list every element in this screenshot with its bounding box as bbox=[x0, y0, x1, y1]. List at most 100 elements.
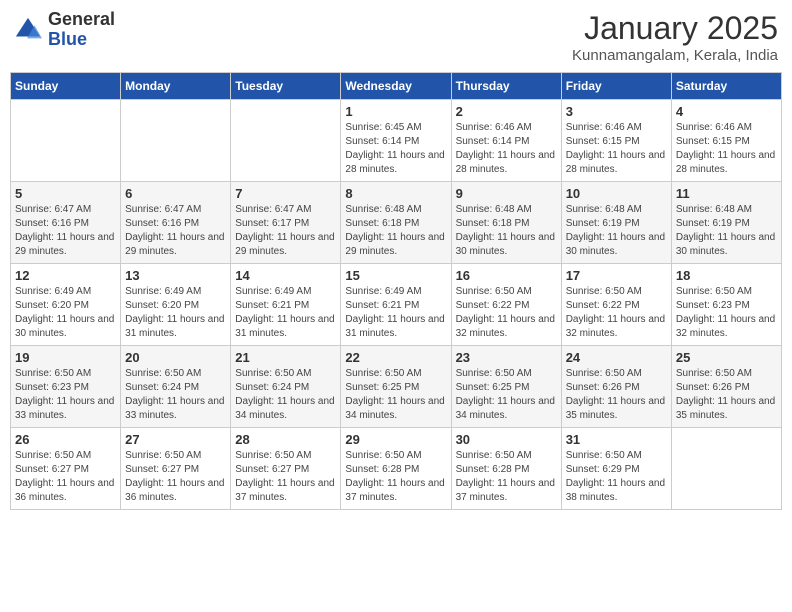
day-number: 31 bbox=[566, 432, 667, 447]
daylight-text: Daylight: 11 hours and 31 minutes. bbox=[125, 314, 224, 339]
sunset-text: Sunset: 6:21 PM bbox=[345, 300, 419, 311]
weekday-header: Sunday bbox=[11, 73, 121, 100]
day-number: 21 bbox=[235, 350, 336, 365]
sunrise-text: Sunrise: 6:47 AM bbox=[235, 204, 311, 215]
calendar-cell: 13Sunrise: 6:49 AMSunset: 6:20 PMDayligh… bbox=[121, 264, 231, 346]
day-info: Sunrise: 6:50 AMSunset: 6:28 PMDaylight:… bbox=[456, 449, 557, 505]
daylight-text: Daylight: 11 hours and 35 minutes. bbox=[676, 396, 775, 421]
day-number: 18 bbox=[676, 268, 777, 283]
calendar-week-row: 19Sunrise: 6:50 AMSunset: 6:23 PMDayligh… bbox=[11, 346, 782, 428]
daylight-text: Daylight: 11 hours and 28 minutes. bbox=[566, 150, 665, 175]
day-info: Sunrise: 6:46 AMSunset: 6:15 PMDaylight:… bbox=[566, 121, 667, 177]
calendar-cell bbox=[121, 100, 231, 182]
day-info: Sunrise: 6:50 AMSunset: 6:27 PMDaylight:… bbox=[15, 449, 116, 505]
month-title: January 2025 bbox=[572, 10, 778, 47]
day-number: 25 bbox=[676, 350, 777, 365]
page-header: General Blue January 2025 Kunnamangalam,… bbox=[10, 10, 782, 64]
calendar-cell: 2Sunrise: 6:46 AMSunset: 6:14 PMDaylight… bbox=[451, 100, 561, 182]
calendar-cell: 15Sunrise: 6:49 AMSunset: 6:21 PMDayligh… bbox=[341, 264, 451, 346]
sunrise-text: Sunrise: 6:46 AM bbox=[566, 122, 642, 133]
day-info: Sunrise: 6:48 AMSunset: 6:19 PMDaylight:… bbox=[566, 203, 667, 259]
weekday-header: Thursday bbox=[451, 73, 561, 100]
sunset-text: Sunset: 6:16 PM bbox=[15, 218, 89, 229]
day-info: Sunrise: 6:48 AMSunset: 6:18 PMDaylight:… bbox=[345, 203, 446, 259]
sunrise-text: Sunrise: 6:49 AM bbox=[235, 286, 311, 297]
calendar-cell: 12Sunrise: 6:49 AMSunset: 6:20 PMDayligh… bbox=[11, 264, 121, 346]
day-number: 5 bbox=[15, 186, 116, 201]
daylight-text: Daylight: 11 hours and 30 minutes. bbox=[456, 232, 555, 257]
calendar-cell: 4Sunrise: 6:46 AMSunset: 6:15 PMDaylight… bbox=[671, 100, 781, 182]
day-info: Sunrise: 6:50 AMSunset: 6:25 PMDaylight:… bbox=[345, 367, 446, 423]
daylight-text: Daylight: 11 hours and 29 minutes. bbox=[345, 232, 444, 257]
day-info: Sunrise: 6:46 AMSunset: 6:14 PMDaylight:… bbox=[456, 121, 557, 177]
sunrise-text: Sunrise: 6:50 AM bbox=[566, 450, 642, 461]
sunset-text: Sunset: 6:18 PM bbox=[345, 218, 419, 229]
daylight-text: Daylight: 11 hours and 37 minutes. bbox=[235, 478, 334, 503]
sunset-text: Sunset: 6:27 PM bbox=[235, 464, 309, 475]
sunset-text: Sunset: 6:23 PM bbox=[676, 300, 750, 311]
daylight-text: Daylight: 11 hours and 31 minutes. bbox=[235, 314, 334, 339]
sunset-text: Sunset: 6:27 PM bbox=[125, 464, 199, 475]
day-number: 15 bbox=[345, 268, 446, 283]
day-number: 27 bbox=[125, 432, 226, 447]
sunset-text: Sunset: 6:23 PM bbox=[15, 382, 89, 393]
title-section: January 2025 Kunnamangalam, Kerala, Indi… bbox=[572, 10, 778, 64]
day-info: Sunrise: 6:49 AMSunset: 6:20 PMDaylight:… bbox=[125, 285, 226, 341]
calendar-cell bbox=[11, 100, 121, 182]
day-info: Sunrise: 6:50 AMSunset: 6:23 PMDaylight:… bbox=[15, 367, 116, 423]
day-info: Sunrise: 6:49 AMSunset: 6:21 PMDaylight:… bbox=[235, 285, 336, 341]
daylight-text: Daylight: 11 hours and 33 minutes. bbox=[15, 396, 114, 421]
calendar-cell: 9Sunrise: 6:48 AMSunset: 6:18 PMDaylight… bbox=[451, 182, 561, 264]
calendar-cell: 25Sunrise: 6:50 AMSunset: 6:26 PMDayligh… bbox=[671, 346, 781, 428]
weekday-header: Monday bbox=[121, 73, 231, 100]
sunset-text: Sunset: 6:19 PM bbox=[676, 218, 750, 229]
calendar-week-row: 12 Sunrise: 6:49 AMSunset: 6:20 PMDayligh… bbox=[11, 264, 782, 346]
calendar-cell: 17Sunrise: 6:50 AMSunset: 6:22 PMDayligh… bbox=[561, 264, 671, 346]
day-info: Sunrise: 6:47 AMSunset: 6:16 PMDaylight:… bbox=[15, 203, 116, 259]
day-info: Sunrise: 6:50 AMSunset: 6:28 PMDaylight:… bbox=[345, 449, 446, 505]
daylight-text: Daylight: 11 hours and 30 minutes. bbox=[566, 232, 665, 257]
weekday-header: Saturday bbox=[671, 73, 781, 100]
calendar-cell: 26Sunrise: 6:50 AMSunset: 6:27 PMDayligh… bbox=[11, 428, 121, 510]
sunrise-text: Sunrise: 6:48 AM bbox=[676, 204, 752, 215]
day-number: 29 bbox=[345, 432, 446, 447]
sunset-text: Sunset: 6:28 PM bbox=[345, 464, 419, 475]
day-number: 12 bbox=[15, 268, 116, 283]
calendar-cell: 8Sunrise: 6:48 AMSunset: 6:18 PMDaylight… bbox=[341, 182, 451, 264]
sunset-text: Sunset: 6:28 PM bbox=[456, 464, 530, 475]
day-number: 22 bbox=[345, 350, 446, 365]
logo-text: General Blue bbox=[48, 10, 115, 50]
sunset-text: Sunset: 6:19 PM bbox=[566, 218, 640, 229]
sunrise-text: Sunrise: 6:46 AM bbox=[676, 122, 752, 133]
daylight-text: Daylight: 11 hours and 32 minutes. bbox=[676, 314, 775, 339]
calendar-cell: 18Sunrise: 6:50 AMSunset: 6:23 PMDayligh… bbox=[671, 264, 781, 346]
sunset-text: Sunset: 6:22 PM bbox=[566, 300, 640, 311]
daylight-text: Daylight: 11 hours and 28 minutes. bbox=[345, 150, 444, 175]
day-number: 30 bbox=[456, 432, 557, 447]
day-info: Sunrise: 6:50 AMSunset: 6:27 PMDaylight:… bbox=[125, 449, 226, 505]
sunrise-text: Sunrise: 6:50 AM bbox=[566, 286, 642, 297]
day-info: Sunrise: 6:46 AMSunset: 6:15 PMDaylight:… bbox=[676, 121, 777, 177]
sunrise-text: Sunrise: 6:49 AM bbox=[125, 286, 201, 297]
daylight-text: Daylight: 11 hours and 34 minutes. bbox=[235, 396, 334, 421]
calendar-cell: 7Sunrise: 6:47 AMSunset: 6:17 PMDaylight… bbox=[231, 182, 341, 264]
calendar-cell: 16Sunrise: 6:50 AMSunset: 6:22 PMDayligh… bbox=[451, 264, 561, 346]
calendar: SundayMondayTuesdayWednesdayThursdayFrid… bbox=[10, 72, 782, 510]
sunset-text: Sunset: 6:25 PM bbox=[456, 382, 530, 393]
daylight-text: Daylight: 11 hours and 29 minutes. bbox=[235, 232, 334, 257]
daylight-text: Daylight: 11 hours and 33 minutes. bbox=[125, 396, 224, 421]
day-info: Sunrise: 6:48 AMSunset: 6:18 PMDaylight:… bbox=[456, 203, 557, 259]
calendar-cell: 22 Sunrise: 6:50 AMSunset: 6:25 PMDayligh… bbox=[341, 346, 451, 428]
calendar-cell: 14Sunrise: 6:49 AMSunset: 6:21 PMDayligh… bbox=[231, 264, 341, 346]
calendar-cell bbox=[671, 428, 781, 510]
day-info: Sunrise: 6:50 AMSunset: 6:29 PMDaylight:… bbox=[566, 449, 667, 505]
daylight-text: Daylight: 11 hours and 32 minutes. bbox=[456, 314, 555, 339]
day-number: 7 bbox=[235, 186, 336, 201]
daylight-text: Daylight: 11 hours and 29 minutes. bbox=[15, 232, 114, 257]
day-info: Sunrise: 6:50 AMSunset: 6:25 PMDaylight:… bbox=[456, 367, 557, 423]
weekday-header: Friday bbox=[561, 73, 671, 100]
calendar-cell: 27 Sunrise: 6:50 AMSunset: 6:27 PMDayligh… bbox=[121, 428, 231, 510]
sunset-text: Sunset: 6:14 PM bbox=[456, 136, 530, 147]
day-number: 10 bbox=[566, 186, 667, 201]
calendar-cell: 28Sunrise: 6:50 AMSunset: 6:27 PMDayligh… bbox=[231, 428, 341, 510]
